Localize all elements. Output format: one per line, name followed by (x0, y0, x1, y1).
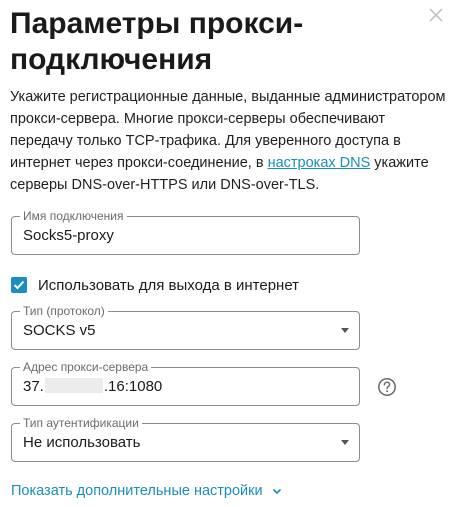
connection-name-value: Socks5-proxy (23, 227, 114, 244)
use-for-internet-checkbox-row[interactable]: Использовать для выхода в интернет (11, 276, 299, 294)
dialog-description: Укажите регистрационные данные, выданные… (10, 86, 450, 196)
chevron-down-icon (341, 440, 349, 445)
help-icon[interactable] (377, 377, 397, 397)
proxy-address-suffix: .16:1080 (103, 378, 163, 395)
use-for-internet-checkbox[interactable] (11, 277, 27, 293)
auth-type-value: Не использовать (23, 434, 141, 451)
protocol-select[interactable]: Тип (протокол) SOCKS v5 (11, 303, 360, 350)
dialog-title: Параметры прокси-подключения (10, 7, 304, 76)
chevron-down-icon (341, 328, 349, 333)
use-for-internet-label: Использовать для выхода в интернет (38, 276, 300, 294)
close-icon (429, 8, 443, 22)
close-button[interactable] (425, 4, 447, 26)
auth-type-select[interactable]: Тип аутентификации Не использовать (11, 415, 360, 462)
proxy-address-value: 37. .16:1080 (23, 368, 162, 405)
checkmark-icon (13, 280, 25, 290)
show-more-settings-link[interactable]: Показать дополнительные настройки (11, 483, 282, 499)
dns-settings-link[interactable]: настроках DNS (268, 155, 371, 171)
redacted-segment (44, 378, 103, 393)
proxy-address-field[interactable]: Адрес прокси-сервера 37. .16:1080 (11, 359, 360, 406)
proxy-address-prefix: 37. (23, 378, 44, 395)
protocol-value: SOCKS v5 (23, 322, 96, 339)
chevron-down-icon (272, 488, 281, 494)
connection-name-field[interactable]: Имя подключения Socks5-proxy (11, 208, 360, 255)
show-more-settings-label: Показать дополнительные настройки (11, 483, 263, 499)
